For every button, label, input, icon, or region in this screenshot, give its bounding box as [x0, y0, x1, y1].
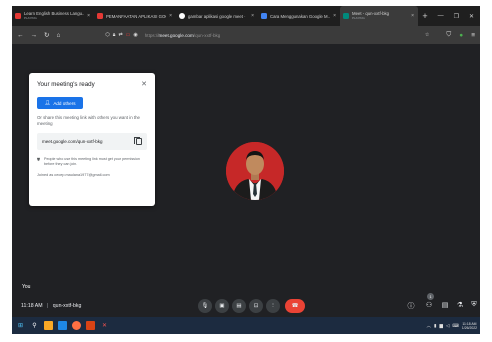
meet-favicon-icon — [343, 13, 349, 19]
file-explorer-icon[interactable] — [44, 321, 53, 330]
add-others-button[interactable]: 👤︎ Add others — [37, 97, 83, 109]
close-window-icon[interactable]: ✕ — [469, 13, 474, 20]
pocket-icon[interactable]: ⛉ — [446, 31, 451, 39]
browser-window: Learn English Business Langu... PLAYING … — [12, 6, 480, 334]
meeting-code: qun-xxtf-bkg — [52, 303, 82, 309]
leave-call-button[interactable]: ☎︎ — [285, 299, 305, 313]
menu-icon[interactable]: ≡ — [471, 32, 475, 39]
chat-icon[interactable]: ▤ — [440, 301, 450, 309]
tab-title: Cara Menggunakan Google M... — [270, 13, 331, 19]
tab-2[interactable]: gambar aplikasi google meet · × — [176, 6, 258, 26]
participant-avatar — [226, 142, 284, 200]
google-favicon-icon — [179, 13, 185, 19]
meeting-controls-bar: 11:18 AM | qun-xxtf-bkg 🎙︎ ▣ ▤ ⊡ ⋮ ☎︎ ⓘ … — [12, 293, 480, 316]
url-text: https://meet.google.com/qun-xxtf-bkg — [144, 32, 221, 38]
share-instructions: Or share this meeting link with others y… — [37, 115, 140, 126]
permissions-icon[interactable]: ⇄ — [118, 32, 122, 38]
network-icon[interactable]: ▆ — [439, 323, 442, 329]
people-count-badge: 1 — [427, 293, 434, 300]
tab-subtitle: PLAYING — [352, 16, 365, 20]
close-tab-icon[interactable]: × — [251, 13, 254, 19]
language-icon[interactable]: ⌨ — [452, 323, 459, 329]
meeting-details-icon[interactable]: ⓘ — [406, 301, 416, 311]
camera-permission-icon[interactable]: ▭ — [126, 32, 131, 38]
tab-subtitle: PLAYING — [24, 16, 37, 20]
present-button[interactable]: ⊡ — [249, 299, 263, 313]
tab-title: gambar aplikasi google meet · — [188, 13, 246, 19]
meeting-link-box: meet.google.com/qun-xxtf-bkg — [37, 133, 147, 150]
close-tab-icon[interactable]: × — [87, 13, 90, 19]
back-icon[interactable]: ← — [17, 32, 24, 39]
meeting-ready-dialog: Your meeting's ready ✕ 👤︎ Add others Or … — [29, 73, 155, 206]
browser-toolbar: ← → ↻ ⌂ ⬡ 🔒︎ ⇄ ▭ ◉ https://meet.google.c… — [12, 26, 480, 44]
meeting-link: meet.google.com/qun-xxtf-bkg — [42, 139, 103, 144]
close-tab-icon[interactable]: × — [333, 13, 336, 19]
maximize-icon[interactable]: ❐ — [454, 13, 459, 20]
tab-1[interactable]: PEMANFAATAN APLIKASI GOO × — [94, 6, 176, 26]
captions-button[interactable]: ▤ — [232, 299, 246, 313]
more-options-button[interactable]: ⋮ — [266, 299, 280, 313]
bookmark-star-icon[interactable]: ☆ — [425, 32, 429, 38]
tray-clock[interactable]: 11:18 AM 1/26/2022 — [462, 322, 477, 330]
close-icon[interactable]: ✕ — [141, 80, 147, 88]
current-time: 11:18 AM — [21, 303, 43, 309]
copy-icon[interactable] — [134, 136, 142, 145]
store-icon[interactable] — [58, 321, 67, 330]
extension-icon[interactable]: ● — [459, 32, 463, 39]
docs-favicon-icon — [261, 13, 267, 19]
system-tray: ︿ ▮ ▆ ◁ ⌨ 11:18 AM 1/26/2022 — [426, 322, 480, 330]
captions-icon: ▤ — [236, 303, 242, 309]
end-call-icon: ☎︎ — [291, 303, 299, 309]
firefox-icon[interactable] — [72, 321, 81, 330]
meeting-area: Your meeting's ready ✕ 👤︎ Add others Or … — [12, 44, 480, 299]
home-icon[interactable]: ⌂ — [56, 32, 60, 39]
pdf-favicon-icon — [97, 13, 103, 19]
warning-text: People who use this meeting link must ge… — [44, 157, 140, 166]
dialog-title: Your meeting's ready — [37, 81, 95, 88]
speaker-icon[interactable]: ◁ — [446, 323, 449, 329]
tab-4-active[interactable]: Meet - qun-xxtf-bkg PLAYING × — [340, 6, 418, 26]
people-icon[interactable]: ⚇ — [424, 301, 434, 309]
camera-icon: ▣ — [219, 303, 225, 309]
close-tab-icon[interactable]: × — [169, 13, 172, 19]
address-bar[interactable]: ⬡ 🔒︎ ⇄ ▭ ◉ https://meet.google.com/qun-x… — [105, 29, 429, 41]
lock-icon: 🔒︎ — [112, 32, 116, 38]
tab-title: PEMANFAATAN APLIKASI GOO — [106, 13, 167, 19]
search-icon[interactable]: ⚲ — [30, 321, 39, 330]
microphone-button[interactable]: 🎙︎ — [198, 299, 212, 313]
more-vert-icon: ⋮ — [270, 303, 276, 309]
activities-icon[interactable]: ⚗ — [455, 301, 465, 309]
close-tab-icon[interactable]: × — [411, 13, 414, 19]
reload-icon[interactable]: ↻ — [44, 31, 49, 39]
new-tab-button[interactable]: + — [418, 6, 432, 26]
powerpoint-icon[interactable] — [86, 321, 95, 330]
camera-button[interactable]: ▣ — [215, 299, 229, 313]
minimize-icon[interactable]: — — [438, 13, 444, 19]
tab-0[interactable]: Learn English Business Langu... PLAYING … — [12, 6, 94, 26]
add-person-icon: 👤︎ — [44, 100, 51, 105]
battery-icon[interactable]: ▮ — [434, 323, 436, 329]
app-icon[interactable]: ✕ — [100, 321, 109, 330]
joined-as-text: Joined as cecep.maulana1977@gmail.com — [37, 173, 110, 177]
youtube-favicon-icon — [15, 13, 21, 19]
host-controls-icon[interactable]: ⛨ — [469, 301, 479, 309]
mic-permission-icon[interactable]: ◉ — [133, 32, 137, 38]
forward-icon[interactable]: → — [31, 32, 38, 39]
windows-start-icon[interactable]: ⊞ — [16, 321, 25, 330]
meeting-info: 11:18 AM | qun-xxtf-bkg — [21, 303, 82, 309]
window-controls: — ❐ ✕ — [438, 6, 480, 26]
self-tile-label: You — [22, 284, 31, 290]
tray-chevron-icon[interactable]: ︿ — [426, 323, 431, 329]
tab-3[interactable]: Cara Menggunakan Google M... × — [258, 6, 340, 26]
tab-strip: Learn English Business Langu... PLAYING … — [12, 6, 480, 26]
permission-warning: ⛨ People who use this meeting link must … — [37, 157, 147, 167]
microphone-icon: 🎙︎ — [201, 303, 209, 309]
windows-taskbar: ⊞ ⚲ ✕ ︿ ▮ ▆ ◁ ⌨ 11:18 AM 1/26/2022 — [12, 317, 480, 334]
person-portrait-icon — [226, 142, 284, 200]
shield-user-icon: ⛨ — [37, 157, 40, 162]
present-screen-icon: ⊡ — [253, 303, 259, 309]
add-others-label: Add others — [53, 100, 76, 106]
shield-icon: ⬡ — [105, 32, 110, 38]
